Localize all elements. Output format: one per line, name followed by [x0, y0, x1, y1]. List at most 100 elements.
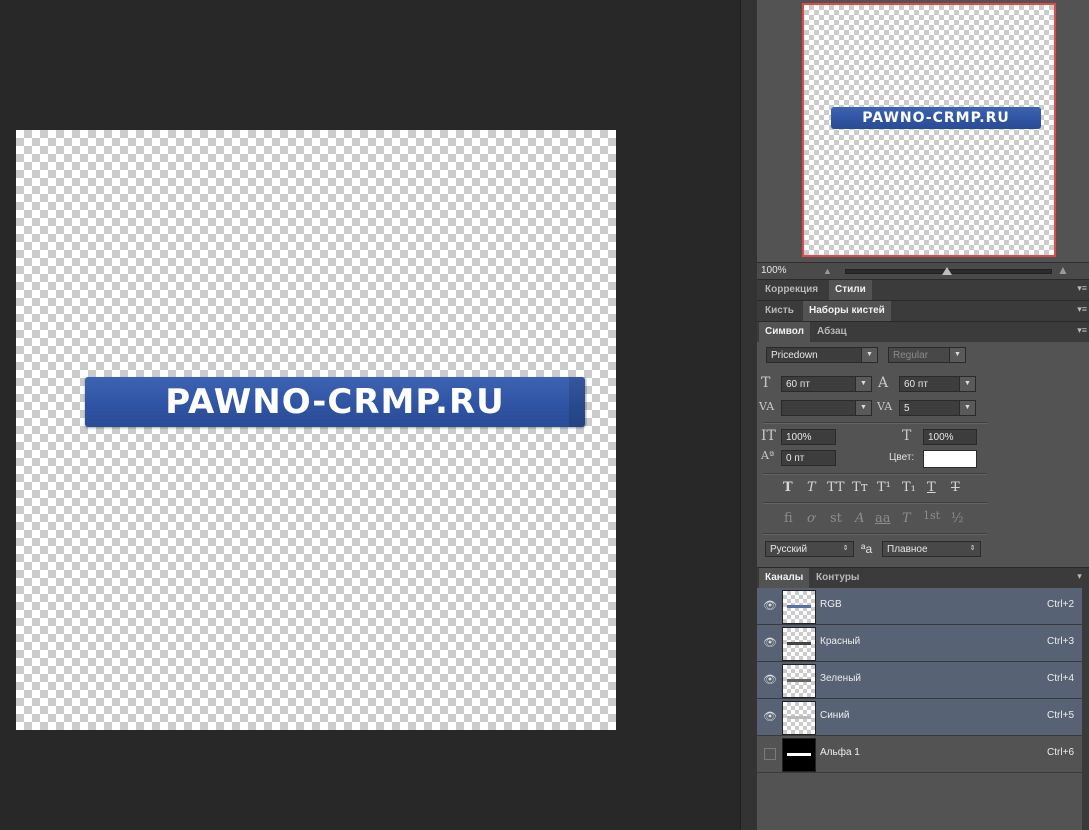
- tab-paths[interactable]: Контуры: [810, 568, 865, 588]
- panel-menu-icon[interactable]: ▾≡: [1077, 304, 1087, 315]
- channel-thumbnail: [782, 701, 816, 735]
- character-panel: Pricedown ▼ Regular ▼ T 60 пт ▼ A 60 пт …: [757, 342, 1089, 570]
- vertical-scale-value: 100%: [786, 432, 812, 443]
- zoom-slider-thumb[interactable]: [942, 267, 952, 275]
- channel-row-green[interactable]: 👁 Зеленый Ctrl+4: [757, 662, 1082, 699]
- font-size-value: 60 пт: [786, 379, 810, 390]
- font-family-value: Pricedown: [771, 350, 818, 361]
- document-canvas[interactable]: PAWNO-CRMP.RU: [16, 130, 616, 730]
- eye-icon[interactable]: 👁: [763, 710, 777, 723]
- leading-field[interactable]: 60 пт ▼: [899, 376, 976, 392]
- underline-button[interactable]: T: [927, 480, 936, 495]
- swash-button[interactable]: A: [855, 511, 864, 526]
- thumb-stripe: [787, 716, 811, 719]
- discretionary-ligature-button[interactable]: ơ: [807, 511, 815, 526]
- tabrow-adjustments: Коррекция Стили ▾≡: [757, 279, 1089, 301]
- separator: [763, 502, 987, 504]
- channel-shortcut: Ctrl+3: [1047, 636, 1074, 647]
- tab-brush[interactable]: Кисть: [759, 301, 800, 321]
- separator: [763, 473, 987, 475]
- zoom-in-icon[interactable]: ▲: [1057, 263, 1069, 277]
- superscript-button[interactable]: T¹: [877, 480, 891, 495]
- font-size-field[interactable]: 60 пт ▼: [781, 376, 872, 392]
- panel-menu-icon[interactable]: ▾≡: [1077, 325, 1087, 336]
- channel-row-red[interactable]: 👁 Красный Ctrl+3: [757, 625, 1082, 662]
- channel-shortcut: Ctrl+5: [1047, 710, 1074, 721]
- channel-name: Зеленый: [820, 673, 861, 684]
- tracking-icon: VA: [877, 400, 893, 413]
- channel-row-rgb[interactable]: 👁 RGB Ctrl+2: [757, 588, 1082, 625]
- leading-icon: A: [878, 375, 889, 391]
- antialias-select[interactable]: Плавное ⇕: [882, 541, 981, 557]
- thumb-stripe: [787, 642, 811, 645]
- antialias-value: Плавное: [887, 544, 928, 555]
- separator: [763, 422, 987, 424]
- channel-thumbnail: [782, 664, 816, 698]
- navigator-zoombar: 100% ▲ ▲: [757, 262, 1089, 279]
- thumb-stripe: [787, 679, 811, 682]
- separator: [763, 533, 987, 535]
- horizontal-scale-icon: T: [902, 428, 912, 444]
- tab-styles[interactable]: Стили: [829, 280, 872, 300]
- language-value: Русский: [770, 544, 808, 555]
- historical-ligature-button[interactable]: st: [830, 511, 842, 526]
- fractions-button[interactable]: ½: [951, 511, 964, 526]
- antialias-icon: ªa: [861, 542, 873, 556]
- text-color-swatch[interactable]: [923, 450, 977, 468]
- chevron-down-icon: ▼: [959, 377, 975, 391]
- font-style-select[interactable]: Regular ▼: [888, 347, 966, 363]
- tabrow-brush: Кисть Наборы кистей ▾≡: [757, 300, 1089, 322]
- baseline-shift-icon: Aª: [761, 449, 775, 462]
- navigator-preview[interactable]: PAWNO-CRMP.RU: [802, 3, 1056, 257]
- panel-menu-icon[interactable]: ▾≡: [1077, 283, 1087, 294]
- font-family-select[interactable]: Pricedown ▼: [766, 347, 878, 363]
- thumb-stripe: [787, 753, 811, 756]
- channel-row-alpha[interactable]: Альфа 1 Ctrl+6: [757, 736, 1082, 773]
- horizontal-scale-field[interactable]: 100%: [923, 429, 977, 445]
- font-style-value: Regular: [893, 350, 929, 361]
- channels-list: 👁 RGB Ctrl+2 👁 Красный Ctrl+3 👁 Зеленый …: [757, 588, 1082, 830]
- tracking-field[interactable]: 5 ▼: [899, 400, 976, 416]
- tabrow-character: Символ Абзац ▾≡: [757, 321, 1089, 343]
- ligature-button[interactable]: ﬁ: [784, 511, 793, 526]
- panel-splitter[interactable]: [740, 0, 758, 830]
- channels-scrollbar[interactable]: [1082, 572, 1089, 830]
- titling-alternates-button[interactable]: T: [902, 511, 911, 526]
- channel-shortcut: Ctrl+6: [1047, 747, 1074, 758]
- chevron-down-icon: ▼: [855, 377, 871, 391]
- chevron-down-icon: ▼: [959, 401, 975, 415]
- subscript-button[interactable]: T₁: [902, 480, 916, 495]
- horizontal-scale-value: 100%: [928, 432, 954, 443]
- navigator-banner-text: PAWNO-CRMP.RU: [862, 110, 1010, 126]
- vertical-scale-field[interactable]: 100%: [781, 429, 836, 445]
- leading-value: 60 пт: [904, 379, 928, 390]
- stylistic-alternates-button[interactable]: aa: [875, 511, 891, 526]
- eye-icon[interactable]: 👁: [763, 599, 777, 612]
- eye-icon[interactable]: 👁: [763, 636, 777, 649]
- channel-name: Альфа 1: [820, 747, 860, 758]
- faux-bold-button[interactable]: T: [783, 480, 793, 495]
- all-caps-button[interactable]: TT: [827, 480, 845, 495]
- zoom-value[interactable]: 100%: [761, 265, 787, 276]
- tab-channels[interactable]: Каналы: [759, 568, 810, 588]
- ordinals-button[interactable]: 1st: [923, 509, 940, 522]
- banner-fold: [569, 377, 587, 427]
- baseline-shift-field[interactable]: 0 пт: [781, 450, 836, 466]
- language-select[interactable]: Русский ⇕: [765, 541, 854, 557]
- eye-icon[interactable]: 👁: [763, 673, 777, 686]
- zoom-out-icon[interactable]: ▲: [823, 266, 832, 276]
- tab-character[interactable]: Символ: [759, 322, 810, 342]
- canvas-banner-text: PAWNO-CRMP.RU: [165, 382, 505, 422]
- strikethrough-button[interactable]: T: [951, 480, 960, 495]
- tab-brush-presets[interactable]: Наборы кистей: [803, 301, 891, 321]
- tab-correction[interactable]: Коррекция: [759, 280, 824, 300]
- faux-italic-button[interactable]: T: [807, 480, 816, 495]
- channel-name: Синий: [820, 710, 850, 721]
- canvas-banner: PAWNO-CRMP.RU: [85, 377, 587, 427]
- channel-row-blue[interactable]: 👁 Синий Ctrl+5: [757, 699, 1082, 736]
- small-caps-button[interactable]: Tт: [852, 480, 868, 495]
- visibility-toggle[interactable]: [764, 748, 776, 760]
- tab-paragraph[interactable]: Абзац: [811, 322, 853, 342]
- kerning-field[interactable]: ▼: [781, 400, 872, 416]
- channel-thumbnail: [782, 590, 816, 624]
